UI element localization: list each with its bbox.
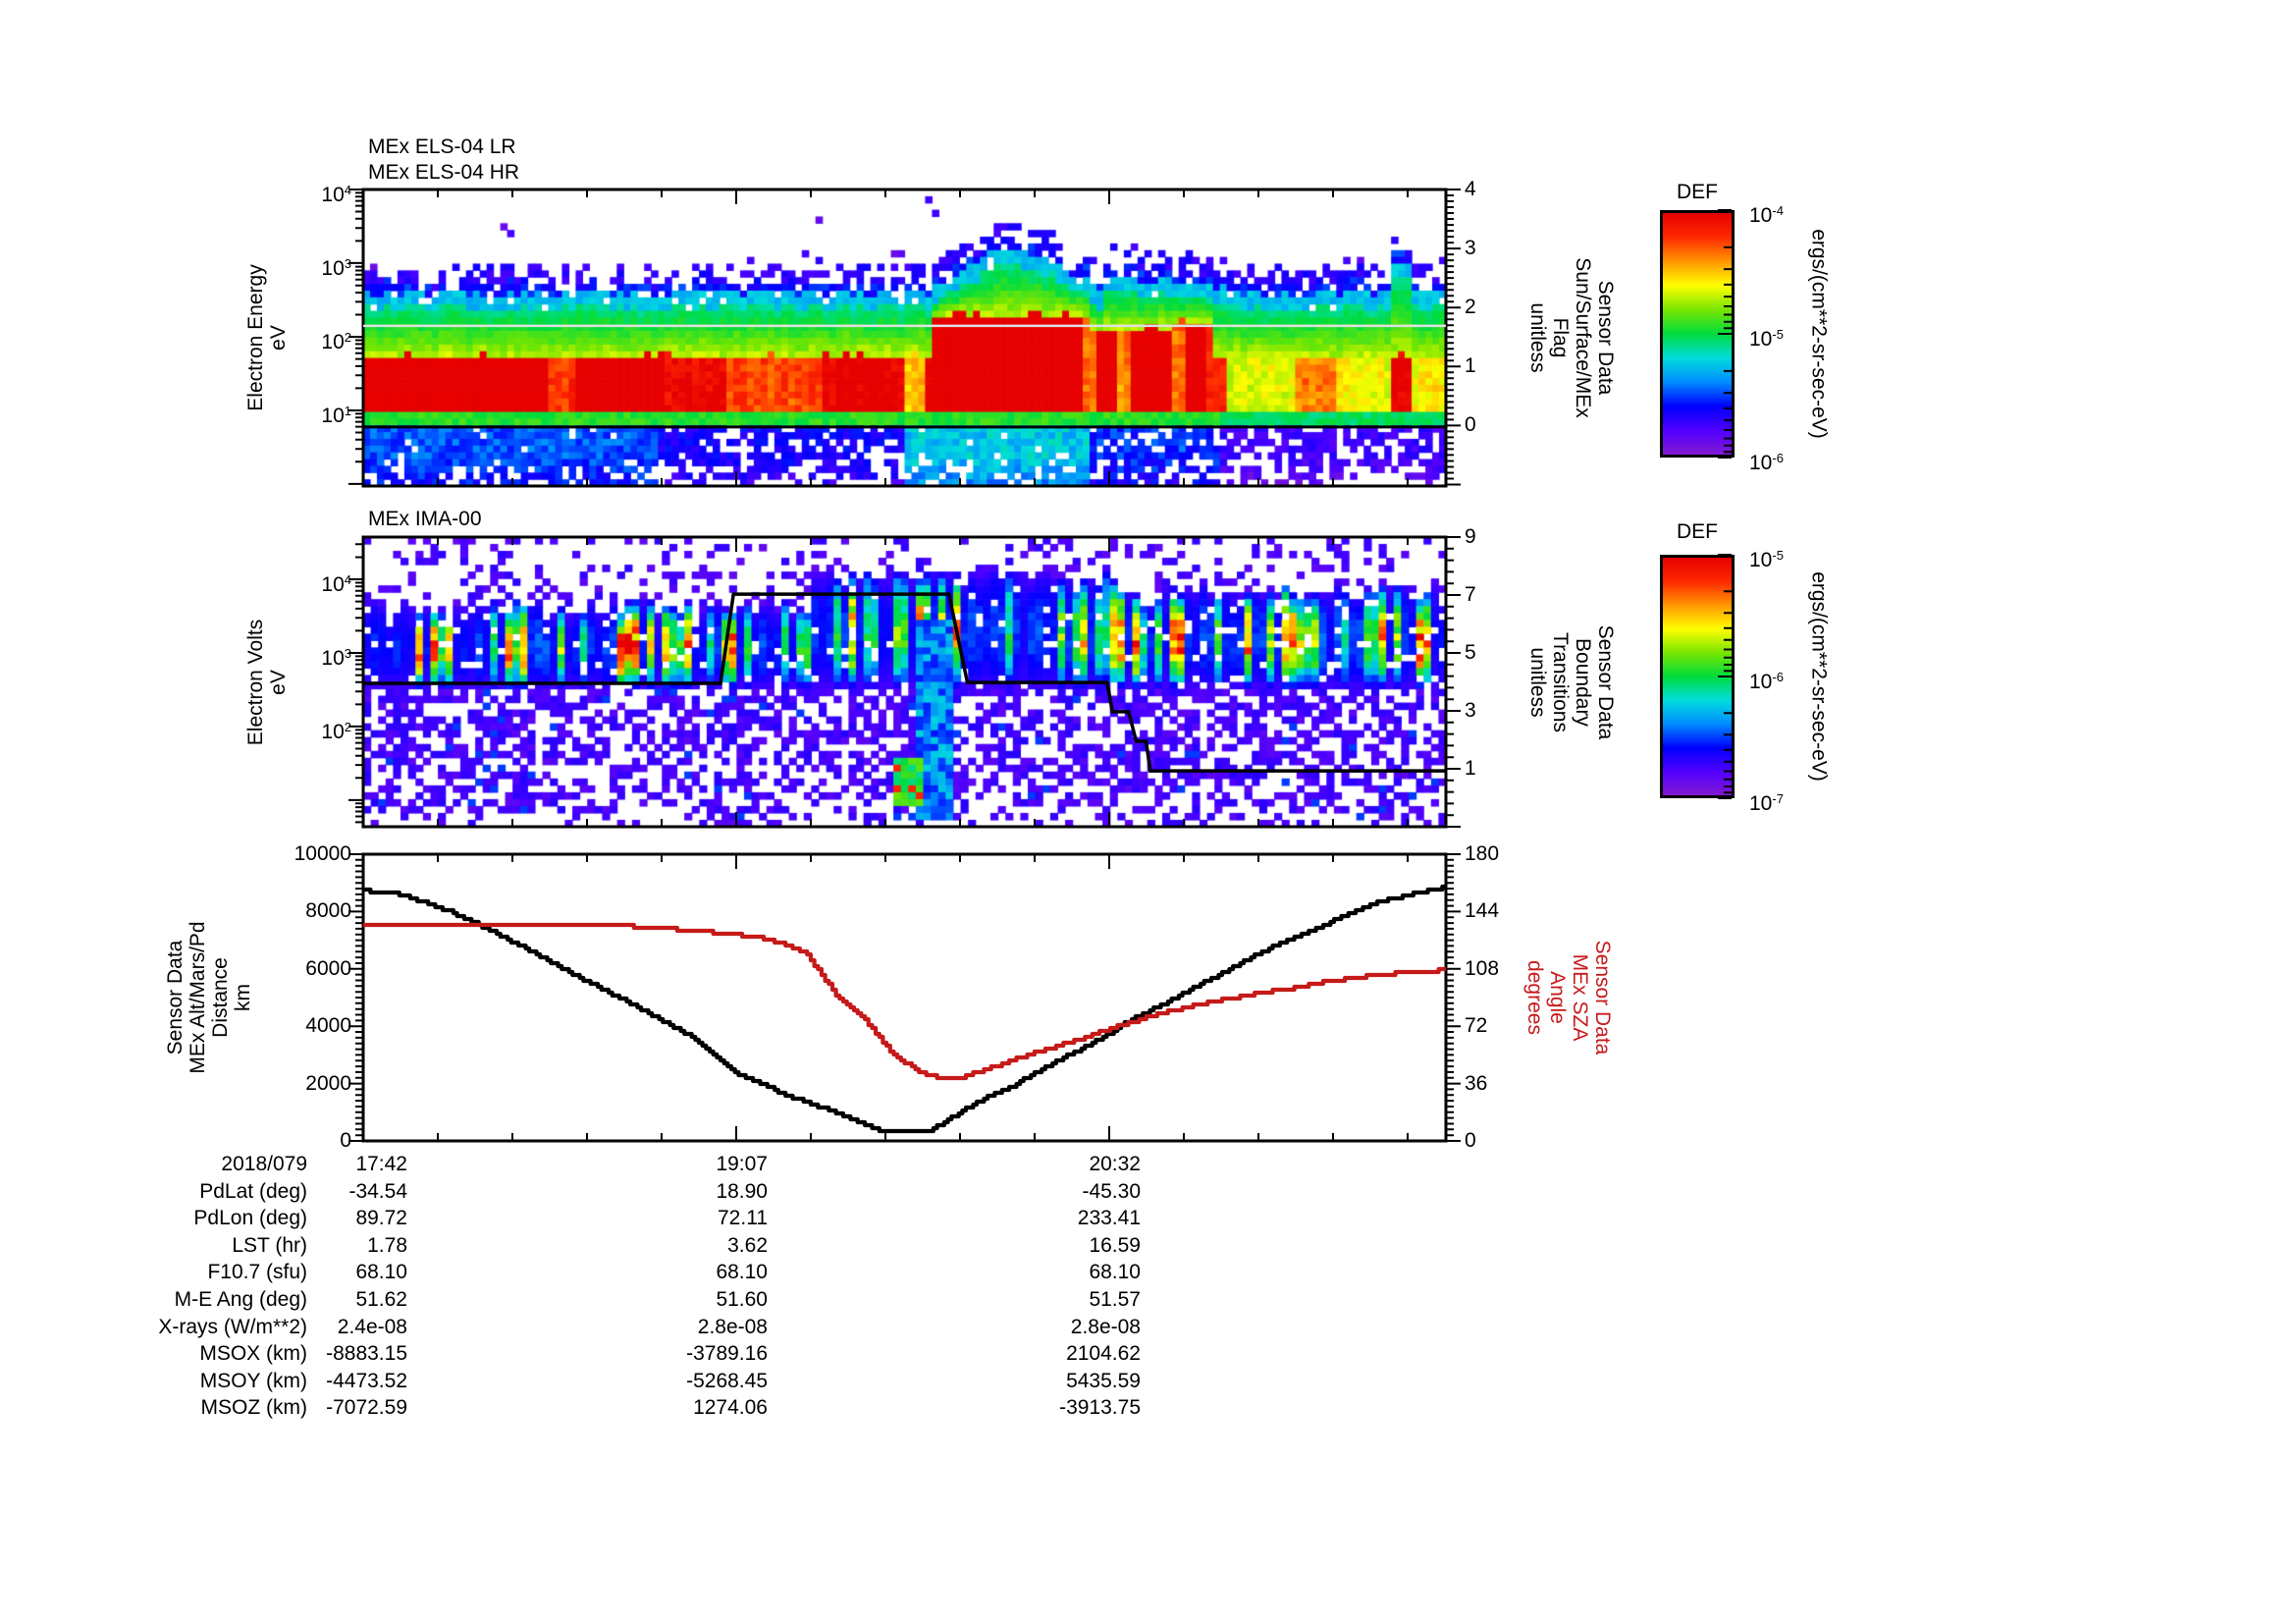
plot-page: MEx ELS-04 LR MEx ELS-04 HR MEx IMA-00 D…	[0, 0, 2296, 1623]
axes-and-curves-layer	[348, 188, 1732, 1143]
